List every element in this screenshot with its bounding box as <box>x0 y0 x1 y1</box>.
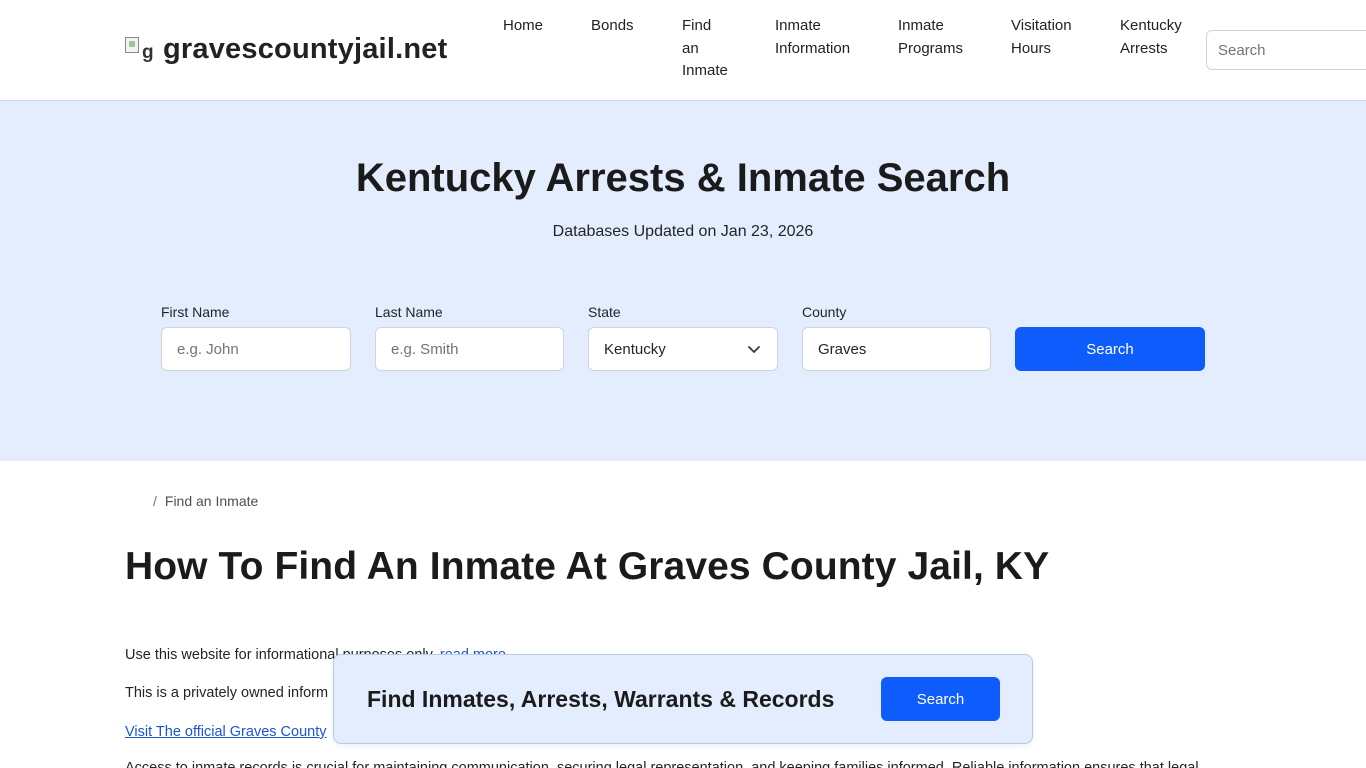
nav-arrests-label-1[interactable]: Kentucky <box>1120 15 1182 38</box>
county-input[interactable] <box>818 340 978 358</box>
nav-find-label-3[interactable]: Inmate <box>682 60 728 83</box>
nav-info-label-2[interactable]: Information <box>775 38 850 61</box>
first-name-label: First Name <box>161 304 230 320</box>
last-name-input[interactable] <box>391 340 551 358</box>
state-selected-value[interactable]: Kentucky <box>604 341 666 358</box>
databases-updated-text: Databases Updated on Jan 23, 2026 <box>552 223 814 240</box>
first-name-field[interactable] <box>161 327 351 371</box>
intro-paragraph: Access to inmate records is crucial for … <box>125 760 1199 768</box>
county-field[interactable] <box>802 327 991 371</box>
sticky-search-banner: Find Inmates, Arrests, Warrants & Record… <box>333 654 1033 744</box>
nav-arrests-label-2[interactable]: Arrests <box>1120 38 1182 61</box>
broken-image-icon: g <box>125 35 156 65</box>
breadcrumb-separator: / <box>153 493 157 509</box>
state-select[interactable]: Kentucky <box>588 327 778 371</box>
nav-inmate-programs[interactable]: Inmate Programs <box>898 15 963 60</box>
county-label: County <box>802 304 847 320</box>
header-search-input[interactable] <box>1218 41 1366 59</box>
first-name-input[interactable] <box>177 340 337 358</box>
site-name[interactable]: gravescountyjail.net <box>163 33 447 66</box>
nav-programs-label-1[interactable]: Inmate <box>898 15 963 38</box>
site-logo[interactable]: g gravescountyjail.net <box>125 33 447 66</box>
nav-inmate-information[interactable]: Inmate Information <box>775 15 850 60</box>
hero-search-button[interactable]: Search <box>1015 327 1205 371</box>
last-name-label: Last Name <box>375 304 443 320</box>
nav-find-an-inmate[interactable]: Find an Inmate <box>682 15 728 83</box>
nav-visitation-hours[interactable]: Visitation Hours <box>1011 15 1072 60</box>
hero-title: Kentucky Arrests & Inmate Search <box>355 156 1011 200</box>
nav-info-label-1[interactable]: Inmate <box>775 15 850 38</box>
site-header: g gravescountyjail.net Home Bonds Find a… <box>0 0 1366 101</box>
logo-alt-text: g <box>142 41 154 63</box>
nav-bonds-label[interactable]: Bonds <box>591 15 634 38</box>
nav-find-label-1[interactable]: Find <box>682 15 728 38</box>
nav-programs-label-2[interactable]: Programs <box>898 38 963 61</box>
nav-find-label-2[interactable]: an <box>682 38 728 61</box>
hero-section: Kentucky Arrests & Inmate Search Databas… <box>0 101 1366 461</box>
banner-search-button[interactable]: Search <box>881 677 1000 721</box>
nav-kentucky-arrests[interactable]: Kentucky Arrests <box>1120 15 1182 60</box>
breadcrumb-current: Find an Inmate <box>164 493 259 509</box>
official-site-paragraph: Visit The official Graves County <box>125 724 327 740</box>
state-label: State <box>588 304 621 320</box>
official-site-link[interactable]: Visit The official Graves County <box>125 724 327 740</box>
banner-text: Find Inmates, Arrests, Warrants & Record… <box>367 686 835 712</box>
nav-home-label[interactable]: Home <box>503 15 543 38</box>
header-search[interactable] <box>1206 30 1366 70</box>
nav-visitation-label-1[interactable]: Visitation <box>1011 15 1072 38</box>
chevron-down-icon <box>748 346 760 353</box>
breadcrumb: / Find an Inmate <box>153 493 258 509</box>
nav-bonds[interactable]: Bonds <box>591 15 634 38</box>
last-name-field[interactable] <box>375 327 564 371</box>
private-notice-text: This is a privately owned inform <box>125 685 329 701</box>
page-title: How To Find An Inmate At Graves County J… <box>125 545 1050 588</box>
nav-visitation-label-2[interactable]: Hours <box>1011 38 1072 61</box>
nav-home[interactable]: Home <box>503 15 543 38</box>
